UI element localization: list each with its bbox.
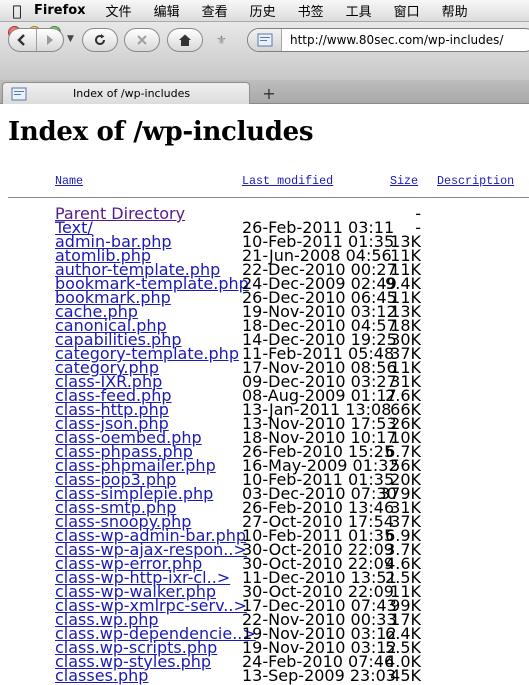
listing-divider [8, 197, 529, 198]
file-row: class.wp-styles.php 24-Feb-2010 07:46 4.0K [0, 652, 529, 671]
menu-help[interactable]: 帮助 [442, 1, 468, 20]
back-button[interactable] [9, 29, 36, 51]
tab-title: Index of /wp-includes [73, 87, 191, 100]
sort-by-description-link[interactable]: Description [437, 174, 514, 188]
apple-icon[interactable]:  [0, 2, 34, 20]
home-button[interactable] [167, 28, 203, 52]
file-row: class-wp-ajax-respon..> 30-Oct-2010 22:09… [0, 540, 529, 559]
drag-handle-icon: ⚜ [216, 33, 227, 47]
file-row: Text/26-Feb-2011 03:11- [0, 218, 529, 237]
history-dropdown-icon[interactable]: ▼ [67, 34, 74, 44]
reload-icon [95, 34, 105, 45]
file-row: class-http.php 13-Jan-2011 13:08 66K [0, 400, 529, 419]
file-row: class-pop3.php 10-Feb-2011 01:35 20K [0, 470, 529, 489]
file-row: class.wp-scripts.php 19-Nov-2010 03:12 5.5… [0, 638, 529, 657]
file-row: classes.php 13-Sep-2009 23:03 45K [0, 666, 529, 685]
stop-icon [137, 35, 147, 45]
file-row: class-snoopy.php 27-Oct-2010 17:54 37K [0, 512, 529, 531]
tab-page-icon [11, 87, 27, 100]
file-row: class-wp-walker.php 30-Oct-2010 22:09 11K [0, 582, 529, 601]
menu-file[interactable]: 文件 [106, 1, 132, 20]
file-row: category.php 17-Nov-2010 08:56 11K [0, 358, 529, 377]
file-row: class.wp.php 22-Nov-2010 00:33 17K [0, 610, 529, 629]
listing-header: Name Last modified Size Description [0, 174, 529, 188]
file-row: capabilities.php 14-Dec-2010 19:25 30K [0, 330, 529, 349]
url-text[interactable]: http://www.80sec.com/wp-includes/ [282, 33, 503, 47]
new-tab-button[interactable]: + [257, 84, 281, 103]
file-row: bookmark-template.php 24-Dec-2009 02:49 9.… [0, 274, 529, 293]
file-row: author-template.php 22-Dec-2010 00:27 11K [0, 260, 529, 279]
file-row: class-oembed.php 18-Nov-2010 10:17 10K [0, 428, 529, 447]
entry-rows: Text/26-Feb-2011 03:11- admin-bar.php 10-F… [0, 218, 529, 685]
file-row: class-wp-xmlrpc-serv..> 17-Dec-2010 07:43… [0, 596, 529, 615]
file-row: class-phpmailer.php 16-May-2009 01:32 56K [0, 456, 529, 475]
home-icon [179, 34, 191, 46]
back-arrow-icon [17, 34, 26, 46]
file-row: class-feed.php 08-Aug-2009 01:17 2.6K [0, 386, 529, 405]
menu-edit[interactable]: 编辑 [154, 1, 180, 20]
reload-button[interactable] [82, 28, 118, 52]
directory-listing: Name Last modified Size Description [0, 174, 529, 188]
page-icon [257, 33, 272, 47]
forward-button[interactable] [35, 29, 63, 51]
file-row: class-wp-admin-bar.php 10-Feb-2011 01:35 6… [0, 526, 529, 545]
sort-by-modified-link[interactable]: Last modified [242, 174, 333, 188]
forward-arrow-icon [46, 35, 53, 45]
file-row: class-wp-http-ixr-cl..> 11-Dec-2010 13:51… [0, 568, 529, 587]
file-row: class-wp-error.php 30-Oct-2010 22:09 4.6K [0, 554, 529, 573]
menu-view[interactable]: 查看 [202, 1, 228, 20]
file-date: 13-Sep-2009 23:03 [242, 666, 396, 685]
file-row: class-json.php 13-Nov-2010 17:53 26K [0, 414, 529, 433]
menu-app-name[interactable]: Firefox [34, 3, 86, 18]
file-row: cache.php 19-Nov-2010 03:12 13K [0, 302, 529, 321]
file-row: bookmark.php 26-Dec-2010 06:45 11K [0, 288, 529, 307]
file-row: class-phpass.php 26-Feb-2010 15:25 6.7K [0, 442, 529, 461]
address-bar[interactable]: http://www.80sec.com/wp-includes/ [247, 28, 529, 52]
menu-bookmarks[interactable]: 书签 [298, 1, 324, 20]
file-row: class-simplepie.php 03-Dec-2010 07:30 379K [0, 484, 529, 503]
menu-bar:  Firefox 文件 编辑 查看 历史 书签 工具 窗口 帮助 [0, 0, 529, 22]
file-row: class.wp-dependencie..> 19-Nov-2010 03:12… [0, 624, 529, 643]
menu-history[interactable]: 历史 [250, 1, 276, 20]
file-row: class-IXR.php 09-Dec-2010 03:27 31K [0, 372, 529, 391]
file-row: admin-bar.php 10-Feb-2011 01:35 13K [0, 232, 529, 251]
tab-strip: Index of /wp-includes + [0, 80, 529, 104]
sort-by-name-link[interactable]: Name [55, 174, 83, 188]
file-link[interactable]: classes.php [55, 666, 148, 685]
file-row: atomlib.php 21-Jun-2008 04:56 11K [0, 246, 529, 265]
site-identity-button[interactable] [248, 29, 282, 51]
file-row: canonical.php 18-Dec-2010 04:57 18K [0, 316, 529, 335]
tab-wp-includes[interactable]: Index of /wp-includes [2, 82, 250, 104]
file-row: class-smtp.php 26-Feb-2010 13:46 31K [0, 498, 529, 517]
sort-by-size-link[interactable]: Size [390, 174, 418, 188]
parent-directory-row: Parent Directory - [0, 204, 529, 223]
file-size: 45K [390, 666, 421, 685]
page-content: Index of /wp-includes Name Last modified… [0, 105, 529, 685]
stop-button[interactable] [124, 28, 160, 52]
menu-window[interactable]: 窗口 [394, 1, 420, 20]
file-row: category-template.php 11-Feb-2011 05:48 37… [0, 344, 529, 363]
back-forward-group [8, 28, 64, 52]
file-rows: Parent Directory - Text/26-Feb-2011 03:1… [0, 204, 529, 685]
menu-tools[interactable]: 工具 [346, 1, 372, 20]
page-title: Index of /wp-includes [8, 117, 314, 147]
